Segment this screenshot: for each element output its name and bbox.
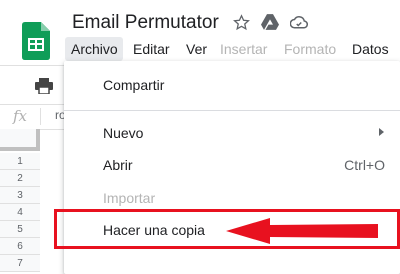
menu-formato[interactable]: Formato [284, 37, 336, 61]
red-arrow-icon [226, 218, 378, 244]
row-header[interactable]: 5 [0, 221, 40, 238]
printer-icon[interactable] [35, 78, 53, 95]
title-icons [232, 13, 308, 31]
menu-item-label: Nuevo [103, 125, 144, 141]
menu-item-label: Abrir [103, 157, 133, 173]
menu-item-shortcut: Ctrl+O [344, 157, 385, 173]
cloud-status-icon[interactable] [290, 13, 308, 31]
star-icon[interactable] [232, 13, 250, 31]
menu-ver[interactable]: Ver [186, 37, 207, 61]
row-header[interactable]: 4 [0, 204, 40, 221]
row-header[interactable]: 2 [0, 170, 40, 187]
fx-icon: fx [13, 107, 28, 125]
menu-item-compartir[interactable]: Compartir [64, 71, 400, 101]
menu-datos[interactable]: Datos [352, 37, 389, 61]
row-header[interactable]: 3 [0, 187, 40, 204]
menu-insertar[interactable]: Insertar [220, 37, 267, 61]
menu-bar: Archivo Editar Ver Insertar Formato Dato… [0, 37, 400, 61]
submenu-arrow-icon [379, 128, 384, 136]
row-header[interactable]: 1 [0, 153, 40, 170]
select-all-corner[interactable] [0, 129, 40, 151]
menu-item-abrir[interactable]: Abrir Ctrl+O [64, 151, 400, 181]
menu-archivo[interactable]: Archivo [65, 37, 123, 61]
drive-move-icon[interactable] [261, 13, 279, 31]
menu-item-nuevo[interactable]: Nuevo [64, 119, 400, 149]
menu-divider [64, 110, 400, 111]
row-header[interactable]: 6 [0, 238, 40, 255]
menu-item-label: Importar [103, 190, 156, 206]
row-header[interactable]: 7 [0, 255, 40, 272]
formula-divider [40, 108, 41, 125]
menu-item-label: Compartir [103, 77, 165, 93]
menu-editar[interactable]: Editar [133, 37, 170, 61]
document-title[interactable]: Email Permutator [72, 12, 219, 34]
